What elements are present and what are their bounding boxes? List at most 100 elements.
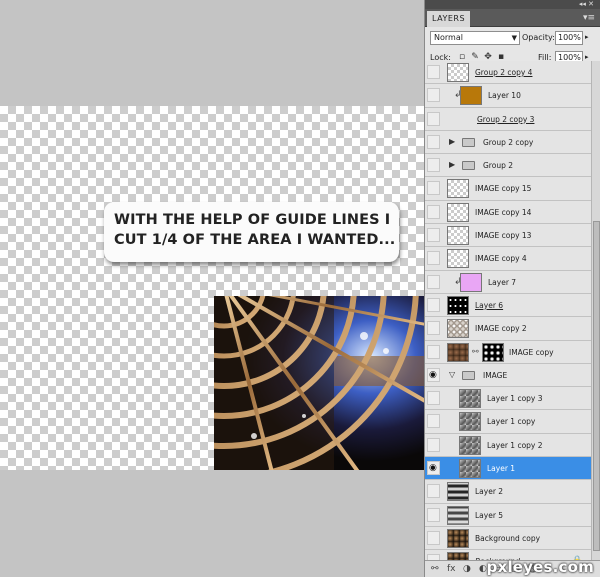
layer-row[interactable]: IMAGE copy 14 xyxy=(425,200,591,225)
layers-scrollbar[interactable] xyxy=(591,61,600,560)
layer-row[interactable]: IMAGE copy 13 xyxy=(425,224,591,248)
layers-panel: ◂◂ ✕ LAYERS ▾≡ Normal ▼ Opacity: 100% ▸ … xyxy=(424,0,600,577)
mask-icon[interactable]: ◑ xyxy=(463,564,471,575)
layer-thumbnail xyxy=(447,342,469,362)
scrollbar-thumb[interactable] xyxy=(593,221,600,551)
layer-thumbnail xyxy=(447,179,469,199)
eye-icon: ◉ xyxy=(429,463,437,474)
layers-list: Group 2 copy 4 ↲ Layer 10 Group 2 copy 3 ▶ Gr… xyxy=(425,61,591,574)
panel-tab-bar: LAYERS ▾≡ xyxy=(425,9,600,27)
layer-name: IMAGE copy 15 xyxy=(475,184,532,194)
layer-thumbnail xyxy=(459,459,481,479)
layer-name: Background copy xyxy=(475,533,541,543)
tab-layers[interactable]: LAYERS xyxy=(427,11,471,27)
visibility-toggle[interactable] xyxy=(427,111,440,126)
layer-thumbnail xyxy=(447,319,469,339)
layer-name: IMAGE copy 14 xyxy=(475,207,532,217)
fill-dropdown-icon[interactable]: ▸ xyxy=(585,53,589,61)
layer-thumbnail xyxy=(447,482,469,502)
panel-collapse-close-icon[interactable]: ◂◂ ✕ xyxy=(579,0,594,9)
layer-row[interactable]: ▶ Group 2 copy xyxy=(425,130,591,155)
expand-triangle-icon[interactable]: ▶ xyxy=(449,136,455,148)
callout-line-1: WITH THE HELP OF GUIDE LINES I xyxy=(114,212,391,228)
folder-icon xyxy=(462,370,475,380)
layer-thumbnail xyxy=(459,412,481,432)
layer-thumbnail xyxy=(460,86,482,106)
visibility-toggle[interactable] xyxy=(427,344,440,359)
layer-thumbnail xyxy=(447,295,469,315)
layer-row[interactable]: Layer 6 xyxy=(425,293,591,318)
opacity-field[interactable]: 100% xyxy=(555,31,583,45)
layer-row[interactable]: IMAGE copy 4 xyxy=(425,247,591,271)
canvas-area[interactable]: WITH THE HELP OF GUIDE LINES I CUT 1/4 O… xyxy=(0,0,424,577)
layer-row[interactable]: Background copy xyxy=(425,526,591,551)
layer-thumbnail xyxy=(447,63,469,82)
visibility-toggle[interactable] xyxy=(427,274,440,289)
layer-name: Layer 7 xyxy=(488,277,517,287)
visibility-toggle[interactable]: ◉ xyxy=(427,461,440,476)
mask-link-icon[interactable]: ⚯ xyxy=(472,347,479,357)
layer-thumbnail xyxy=(447,528,469,548)
watermark-logo: pxleyes.com xyxy=(486,558,594,576)
visibility-toggle[interactable] xyxy=(427,321,440,336)
visibility-toggle[interactable] xyxy=(427,297,440,312)
visibility-toggle[interactable] xyxy=(427,437,440,452)
visibility-toggle[interactable] xyxy=(427,65,440,79)
layer-row[interactable]: ↲ Layer 7 xyxy=(425,270,591,294)
blend-mode-value: Normal xyxy=(434,33,463,42)
chevron-down-icon: ▼ xyxy=(511,34,517,42)
layer-row[interactable]: Layer 1 copy 2 xyxy=(425,433,591,458)
layer-row[interactable]: Layer 1 copy xyxy=(425,410,591,434)
layer-name: Layer 1 xyxy=(487,464,516,474)
fx-icon[interactable]: fx xyxy=(447,564,456,575)
layer-name: Layer 10 xyxy=(488,91,521,101)
visibility-toggle[interactable] xyxy=(427,391,440,406)
visibility-toggle[interactable] xyxy=(427,414,440,429)
visibility-toggle[interactable] xyxy=(427,158,440,173)
visibility-toggle[interactable] xyxy=(427,88,440,103)
visibility-toggle[interactable] xyxy=(427,484,440,499)
layer-row[interactable]: ▶ Group 2 xyxy=(425,154,591,178)
layer-name: Layer 1 copy 2 xyxy=(487,440,543,450)
visibility-toggle[interactable] xyxy=(427,507,440,522)
layer-name: Layer 1 copy xyxy=(487,417,536,427)
layer-thumbnail xyxy=(460,272,482,292)
layer-row[interactable]: ◉ ▽ IMAGE xyxy=(425,363,591,388)
visibility-toggle[interactable] xyxy=(427,181,440,196)
fan-photo-crop xyxy=(214,296,424,470)
blend-mode-select[interactable]: Normal ▼ xyxy=(430,31,520,45)
collapse-triangle-icon[interactable]: ▽ xyxy=(449,369,455,381)
eye-icon: ◉ xyxy=(429,369,437,380)
layer-row[interactable]: ◉ Layer 1 xyxy=(425,457,591,481)
expand-triangle-icon[interactable]: ▶ xyxy=(449,159,455,171)
layer-name: Layer 5 xyxy=(475,510,504,520)
layer-name: Layer 6 xyxy=(475,300,504,310)
layer-row[interactable]: IMAGE copy 2 xyxy=(425,317,591,341)
fan-grill-image xyxy=(214,296,424,470)
layer-name: Group 2 copy 4 xyxy=(475,68,533,77)
blend-opacity-row: Normal ▼ Opacity: 100% ▸ xyxy=(425,27,600,47)
visibility-toggle[interactable] xyxy=(427,228,440,243)
visibility-toggle[interactable]: ◉ xyxy=(427,367,440,382)
opacity-dropdown-icon[interactable]: ▸ xyxy=(585,33,589,41)
layer-name: IMAGE copy 13 xyxy=(475,231,532,241)
visibility-toggle[interactable] xyxy=(427,134,440,149)
layer-row[interactable]: ↲ Layer 10 xyxy=(425,84,591,108)
visibility-toggle[interactable] xyxy=(427,251,440,266)
layer-row[interactable]: Group 2 copy 3 xyxy=(425,107,591,131)
layer-row[interactable]: Layer 5 xyxy=(425,503,591,527)
visibility-toggle[interactable] xyxy=(427,530,440,545)
layer-row[interactable]: Layer 1 copy 3 xyxy=(425,387,591,411)
visibility-toggle[interactable] xyxy=(427,204,440,219)
link-icon[interactable]: ⚯ xyxy=(431,564,439,575)
layer-thumbnail xyxy=(459,435,481,455)
callout-line-2: CUT 1/4 OF THE AREA I WANTED... xyxy=(114,232,396,248)
layer-row[interactable]: Layer 2 xyxy=(425,480,591,504)
layer-row[interactable]: Group 2 copy 4 xyxy=(425,61,591,85)
layer-name: Group 2 xyxy=(483,161,513,171)
panel-menu-icon[interactable]: ▾≡ xyxy=(583,12,595,24)
layer-name: IMAGE xyxy=(483,370,508,380)
layer-row[interactable]: IMAGE copy 15 xyxy=(425,177,591,201)
layer-row[interactable]: ⚯ IMAGE copy xyxy=(425,340,591,364)
layer-mask-thumbnail[interactable] xyxy=(482,342,504,362)
